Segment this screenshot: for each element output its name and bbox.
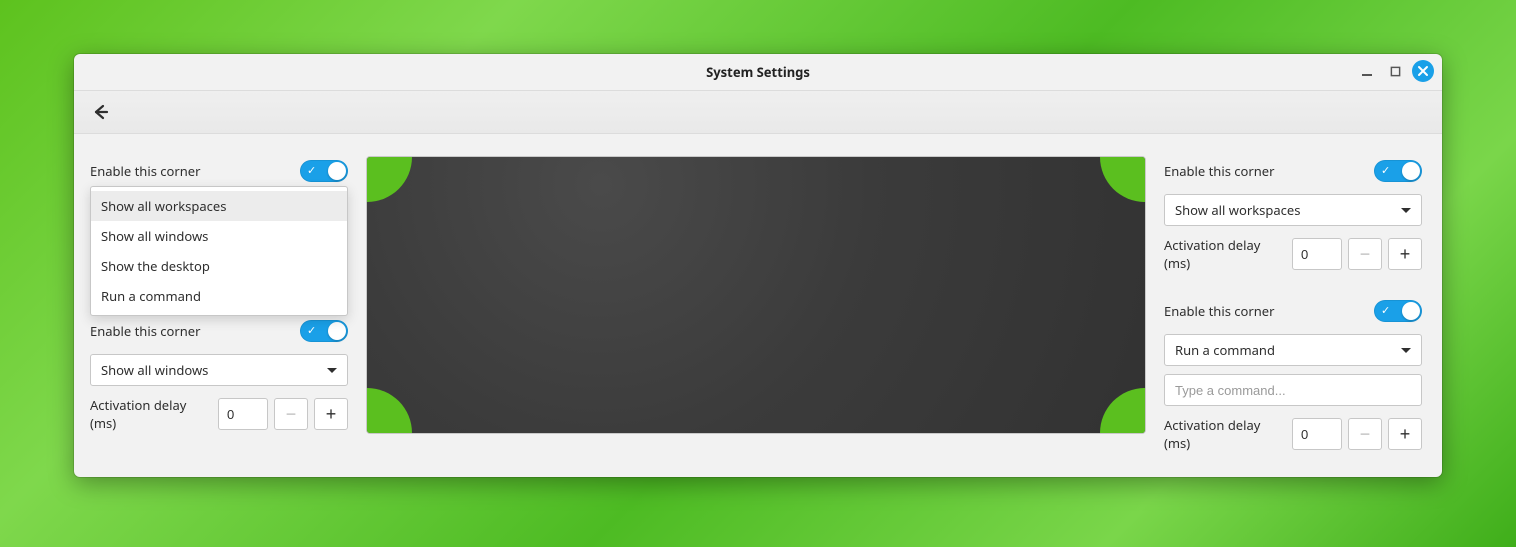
br-action-dropdown[interactable]: Run a command bbox=[1164, 334, 1422, 366]
close-button[interactable] bbox=[1412, 60, 1434, 82]
bl-delay-increment[interactable]: + bbox=[314, 398, 348, 430]
menu-item-show-all-workspaces[interactable]: Show all workspaces bbox=[91, 191, 347, 221]
br-action-value: Run a command bbox=[1175, 341, 1275, 359]
chevron-down-icon bbox=[1401, 208, 1411, 213]
tl-action-menu: Show all workspaces Show all windows Sho… bbox=[90, 186, 348, 316]
br-delay-label: Activation delay (ms) bbox=[1164, 416, 1284, 452]
br-delay-row: Activation delay (ms) − + bbox=[1164, 416, 1422, 452]
preview-corner-br[interactable] bbox=[1100, 388, 1146, 434]
preview-corner-bl[interactable] bbox=[366, 388, 412, 434]
tr-enable-toggle[interactable] bbox=[1374, 160, 1422, 182]
tr-action-dropdown[interactable]: Show all workspaces bbox=[1164, 194, 1422, 226]
menu-item-show-the-desktop[interactable]: Show the desktop bbox=[91, 251, 347, 281]
bl-enable-row: Enable this corner bbox=[90, 316, 348, 346]
tr-delay-row: Activation delay (ms) − + bbox=[1164, 236, 1422, 272]
bl-action-dropdown[interactable]: Show all windows bbox=[90, 354, 348, 386]
toolbar bbox=[74, 90, 1442, 134]
back-button[interactable] bbox=[86, 98, 114, 126]
menu-item-show-all-windows[interactable]: Show all windows bbox=[91, 221, 347, 251]
chevron-down-icon bbox=[327, 368, 337, 373]
content-area: Enable this corner Enable this corner Sh… bbox=[74, 134, 1442, 477]
tr-delay-label: Activation delay (ms) bbox=[1164, 236, 1284, 272]
br-command-input[interactable] bbox=[1164, 374, 1422, 406]
corners-preview bbox=[366, 156, 1146, 434]
tl-enable-label: Enable this corner bbox=[90, 162, 201, 180]
bl-delay-input[interactable] bbox=[218, 398, 268, 430]
right-panel: Enable this corner Show all workspaces A… bbox=[1164, 156, 1422, 455]
br-delay-input[interactable] bbox=[1292, 418, 1342, 450]
bl-delay-decrement[interactable]: − bbox=[274, 398, 308, 430]
bl-delay-row: Activation delay (ms) − + bbox=[90, 396, 348, 432]
br-delay-decrement[interactable]: − bbox=[1348, 418, 1382, 450]
tl-enable-toggle[interactable] bbox=[300, 160, 348, 182]
bl-enable-toggle[interactable] bbox=[300, 320, 348, 342]
tr-delay-decrement[interactable]: − bbox=[1348, 238, 1382, 270]
bl-enable-label: Enable this corner bbox=[90, 322, 201, 340]
chevron-down-icon bbox=[1401, 348, 1411, 353]
tl-enable-row: Enable this corner bbox=[90, 156, 348, 186]
tr-action-value: Show all workspaces bbox=[1175, 201, 1300, 219]
br-enable-toggle[interactable] bbox=[1374, 300, 1422, 322]
tr-delay-increment[interactable]: + bbox=[1388, 238, 1422, 270]
titlebar: System Settings bbox=[74, 54, 1442, 90]
tr-enable-row: Enable this corner bbox=[1164, 156, 1422, 186]
maximize-button[interactable] bbox=[1384, 60, 1406, 82]
bl-action-value: Show all windows bbox=[101, 361, 208, 379]
br-delay-increment[interactable]: + bbox=[1388, 418, 1422, 450]
bl-delay-label: Activation delay (ms) bbox=[90, 396, 210, 432]
menu-item-run-a-command[interactable]: Run a command bbox=[91, 281, 347, 311]
tr-enable-label: Enable this corner bbox=[1164, 162, 1275, 180]
preview-corner-tl[interactable] bbox=[366, 156, 412, 202]
tr-delay-input[interactable] bbox=[1292, 238, 1342, 270]
br-enable-label: Enable this corner bbox=[1164, 302, 1275, 320]
minimize-button[interactable] bbox=[1356, 60, 1378, 82]
window-controls bbox=[1356, 60, 1434, 82]
br-enable-row: Enable this corner bbox=[1164, 296, 1422, 326]
settings-window: System Settings Enable this corner bbox=[74, 54, 1442, 477]
preview-corner-tr[interactable] bbox=[1100, 156, 1146, 202]
window-title: System Settings bbox=[706, 63, 810, 81]
